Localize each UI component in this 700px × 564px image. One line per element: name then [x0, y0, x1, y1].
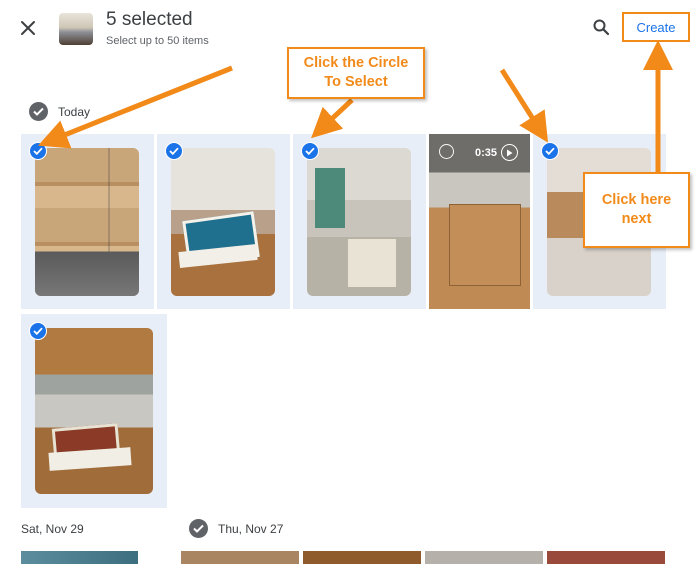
date-label-thu: Thu, Nov 27 — [218, 521, 284, 536]
close-button[interactable] — [14, 14, 42, 42]
arrow-to-fifth-circle — [499, 68, 549, 143]
date-label-sat: Sat, Nov 29 — [21, 522, 84, 536]
date-header-thu[interactable]: Thu, Nov 27 — [189, 519, 283, 538]
desk-drawer — [347, 238, 397, 288]
album-cover-thumbnail — [59, 13, 93, 45]
photo-tile[interactable] — [21, 314, 167, 508]
photo-book-stack-2 — [35, 328, 153, 494]
photo-thumbnail[interactable] — [21, 551, 138, 564]
photo-boxes-cart — [35, 148, 139, 296]
selected-check-icon[interactable] — [541, 142, 559, 160]
photo-tile[interactable] — [21, 134, 154, 309]
search-button[interactable] — [588, 14, 614, 40]
shelf-books — [315, 168, 345, 228]
callout-line: Click here — [601, 192, 672, 208]
cardboard-box — [449, 204, 521, 286]
create-button[interactable]: Create — [622, 12, 690, 42]
photo-thumbnail[interactable] — [547, 551, 665, 564]
callout-line: Click the Circle — [303, 55, 409, 71]
callout-click-create: Click here next — [583, 172, 690, 248]
callout-line: next — [621, 211, 652, 227]
selection-count-title: 5 selected — [106, 9, 193, 30]
selected-check-icon[interactable] — [29, 142, 47, 160]
callout-line: To Select — [324, 74, 388, 90]
video-duration-badge: 0:35 — [475, 144, 519, 161]
video-tile[interactable]: 0:35 — [429, 134, 530, 309]
selected-check-icon[interactable] — [165, 142, 183, 160]
search-icon — [593, 19, 610, 36]
photo-tile[interactable] — [293, 134, 426, 309]
callout-click-circle: Click the Circle To Select — [287, 47, 425, 99]
photo-shelves-desk — [307, 148, 411, 296]
select-all-today-check-icon[interactable] — [29, 102, 48, 121]
select-all-thu-check-icon[interactable] — [189, 519, 208, 538]
photo-thumbnail[interactable] — [181, 551, 299, 564]
selected-check-icon[interactable] — [29, 322, 47, 340]
selection-limit-text: Select up to 50 items — [106, 35, 209, 47]
unselected-circle-icon[interactable] — [439, 144, 454, 159]
date-header-today[interactable]: Today — [29, 102, 90, 121]
close-icon — [21, 21, 35, 35]
play-icon — [501, 144, 519, 161]
photo-tile[interactable] — [157, 134, 290, 309]
arrow-to-third-circle — [311, 98, 354, 139]
photo-thumbnail[interactable] — [425, 551, 543, 564]
video-duration: 0:35 — [475, 146, 498, 159]
photo-book-stack — [171, 148, 275, 296]
photo-thumbnail[interactable] — [303, 551, 421, 564]
selected-check-icon[interactable] — [301, 142, 319, 160]
date-label-today: Today — [58, 104, 91, 119]
